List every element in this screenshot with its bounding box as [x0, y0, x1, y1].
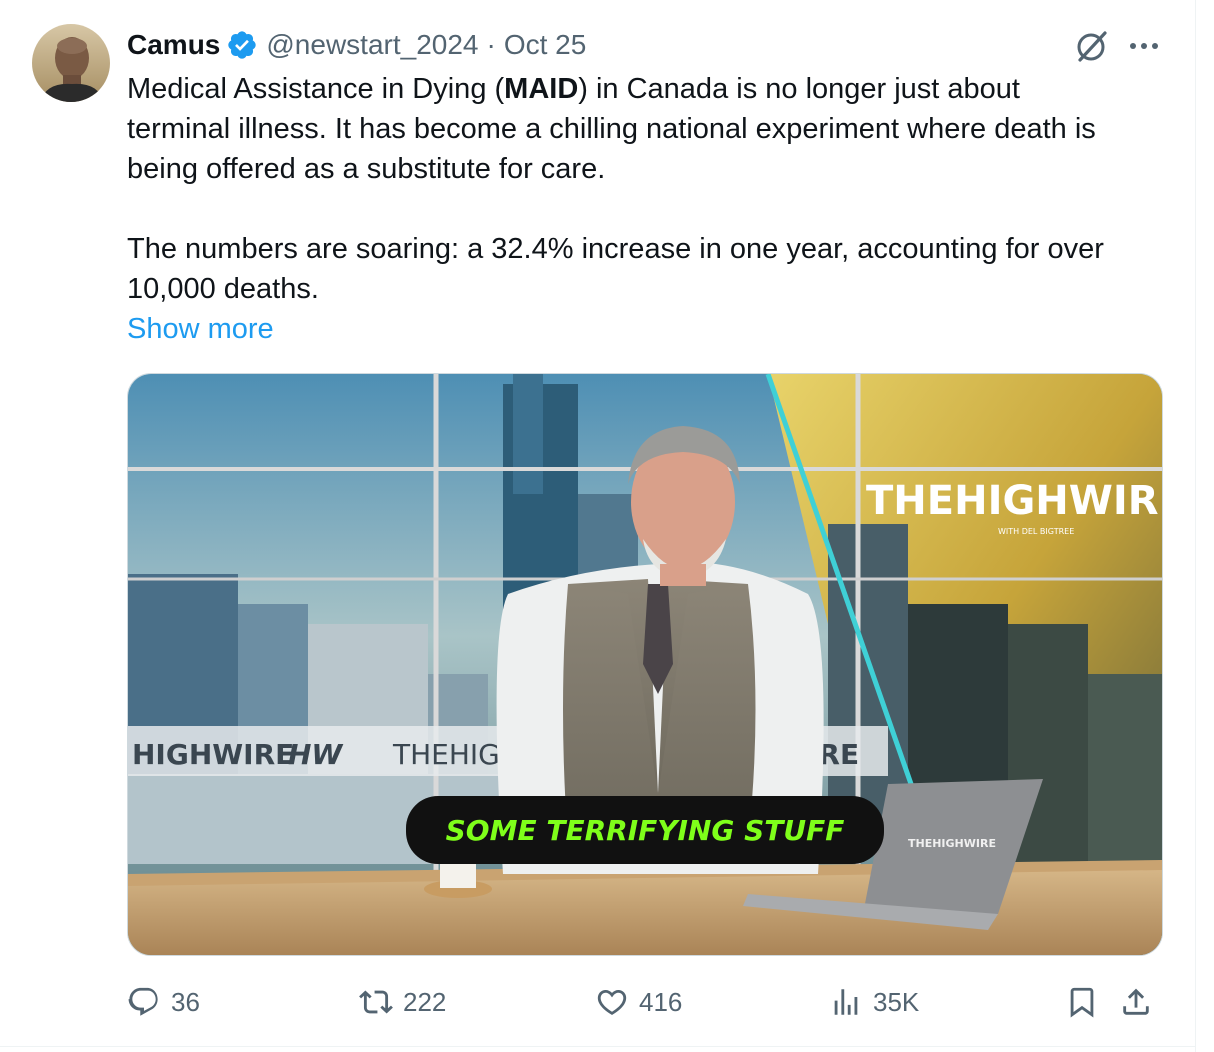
banner-text: HW	[288, 738, 343, 771]
brand-logo-text: THEHIGHWIRE	[866, 478, 1163, 524]
repost-button[interactable]: 222	[359, 980, 446, 1024]
tweet-text-line: 10,000 deaths.	[127, 273, 319, 305]
tweet-text-bold: MAID	[504, 73, 579, 105]
tweet-video[interactable]: THEHIGHWIRE WITH DEL BIGTREE HIGHWIRE HW…	[127, 373, 1163, 956]
show-more-link[interactable]: Show more	[127, 309, 274, 349]
laptop-logo-text: THEHIGHWIRE	[908, 837, 996, 850]
tweet-text-line: Medical Assistance in Dying (MAID) in Ca…	[127, 73, 1020, 105]
views-icon	[834, 989, 858, 1015]
bookmark-icon	[1070, 987, 1094, 1018]
more-icon[interactable]	[1126, 30, 1162, 62]
author-handle[interactable]: @newstart_2024	[266, 29, 478, 61]
tweet-header: Camus @newstart_2024 · Oct 25	[127, 25, 586, 65]
repost-icon	[359, 990, 393, 1014]
like-icon	[597, 989, 627, 1015]
views-count: 35K	[873, 986, 920, 1017]
tweet-actions: 36 222 416 35K	[127, 980, 1163, 1024]
brand-sub-text: WITH DEL BIGTREE	[998, 527, 1074, 536]
reply-count: 36	[171, 986, 200, 1017]
tweet-text-line: The numbers are soaring: a 32.4% increas…	[127, 233, 1104, 265]
author-name[interactable]: Camus	[127, 29, 220, 61]
bookmark-button[interactable]	[1065, 980, 1109, 1024]
repost-count: 222	[403, 986, 447, 1017]
avatar[interactable]	[32, 24, 110, 102]
reply-button[interactable]: 36	[127, 980, 200, 1024]
like-button[interactable]: 416	[595, 980, 682, 1024]
grok-icon[interactable]	[1074, 28, 1110, 64]
banner-text: HIGHWIRE	[132, 738, 294, 771]
like-count: 416	[639, 986, 683, 1017]
verified-badge-icon[interactable]	[226, 29, 258, 61]
column-border-right	[1195, 0, 1196, 1052]
tweet-text-line: being offered as a substitute for care.	[127, 153, 606, 185]
video-caption: SOME TERRIFYING STUFF	[446, 814, 845, 847]
tweet-text-line: terminal illness. It has become a chilli…	[127, 113, 1096, 145]
tweet-divider	[0, 1046, 1196, 1047]
tweet-date[interactable]: Oct 25	[504, 29, 586, 61]
share-button[interactable]	[1119, 980, 1163, 1024]
tweet-text: Medical Assistance in Dying (MAID) in Ca…	[127, 69, 1177, 309]
separator-dot: ·	[486, 29, 496, 60]
share-icon	[1123, 988, 1149, 1015]
views-button[interactable]: 35K	[829, 980, 919, 1024]
reply-icon	[128, 987, 158, 1016]
